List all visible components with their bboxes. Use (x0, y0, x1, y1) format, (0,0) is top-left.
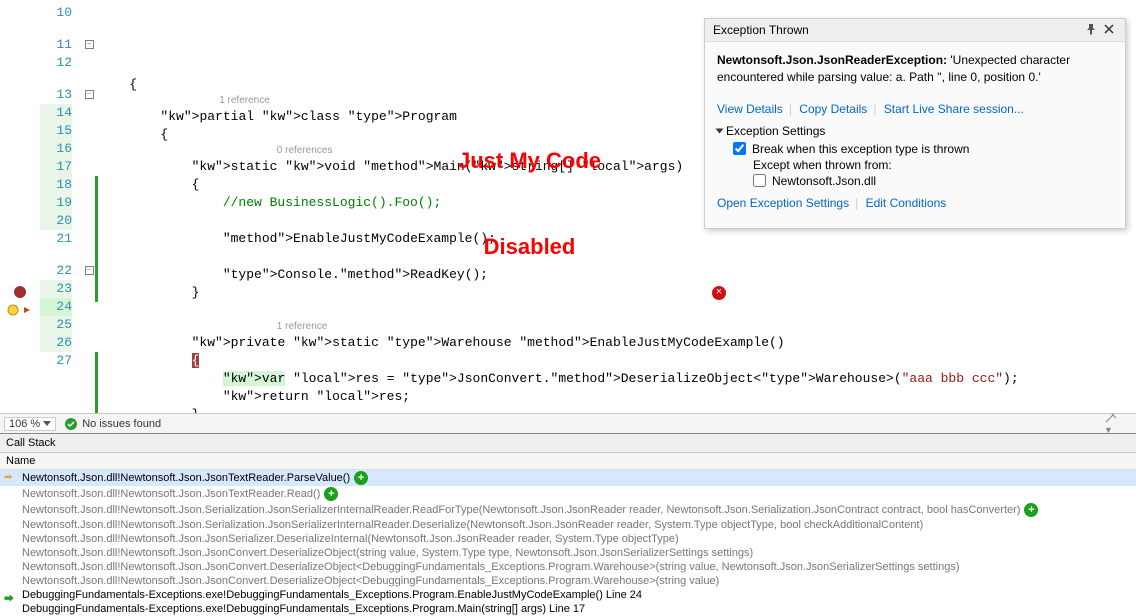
frame-icon: ⮕ (4, 590, 14, 602)
current-frame-icon: ➡ (4, 472, 12, 483)
code-line[interactable]: "kw">var "local">res = "type">JsonConver… (95, 370, 1136, 388)
callstack-row[interactable]: Newtonsoft.Json.dll!Newtonsoft.Json.Json… (0, 574, 1136, 588)
line-numbers: 10 1112 131415161718192021 222324252627 (40, 0, 80, 413)
codelens-ref[interactable]: 1 reference (184, 320, 1136, 334)
callstack-panel: Call Stack Name ➡Newtonsoft.Json.dll!New… (0, 433, 1136, 616)
chevron-down-icon (43, 421, 51, 426)
code-editor[interactable]: 10 1112 131415161718192021 222324252627 … (0, 0, 1136, 413)
code-line[interactable]: "type">Console."method">ReadKey(); (95, 266, 1136, 284)
exception-popup: Exception Thrown Newtonsoft.Json.JsonRea… (704, 18, 1126, 229)
edit-conditions-link[interactable]: Edit Conditions (866, 196, 947, 210)
breakpoint-icon[interactable] (14, 286, 26, 298)
popup-title: Exception Thrown (713, 23, 1081, 37)
brush-icon[interactable]: ▼ (1104, 412, 1124, 436)
code-line[interactable]: "kw">private "kw">static "type">Warehous… (98, 334, 1136, 352)
zoom-dropdown[interactable]: 106 % (4, 417, 56, 431)
popup-header[interactable]: Exception Thrown (705, 19, 1125, 42)
issues-status[interactable]: No issues found (64, 417, 161, 431)
error-icon[interactable]: ✕ (712, 286, 726, 300)
annotation-overlay: Just My Code Disabled (458, 90, 601, 319)
close-icon[interactable] (1103, 23, 1117, 37)
fold-toggle[interactable]: − (85, 40, 94, 49)
code-line[interactable]: "method">EnableJustMyCodeExample(); (95, 230, 1136, 248)
callstack-header[interactable]: Name (0, 453, 1136, 470)
pin-icon[interactable] (1085, 23, 1099, 37)
editor-status-bar: 106 % No issues found ▼ (0, 413, 1136, 433)
callstack-row[interactable]: DebuggingFundamentals-Exceptions.exe!Deb… (0, 602, 1136, 616)
callstack-row[interactable]: Newtonsoft.Json.dll!Newtonsoft.Json.Json… (0, 546, 1136, 560)
callstack-row[interactable]: Newtonsoft.Json.dll!Newtonsoft.Json.Json… (0, 486, 1136, 502)
code-line[interactable]: } (95, 284, 1136, 302)
lightbulb-icon[interactable] (6, 303, 34, 317)
dll-label: Newtonsoft.Json.dll (772, 174, 876, 188)
copy-details-link[interactable]: Copy Details (799, 102, 867, 116)
callstack-row[interactable]: Newtonsoft.Json.dll!Newtonsoft.Json.Seri… (0, 518, 1136, 532)
fold-toggle[interactable]: − (85, 90, 94, 99)
code-line[interactable]: "kw">return "local">res; (95, 388, 1136, 406)
glyph-margin (0, 0, 40, 413)
except-label: Except when thrown from: (753, 158, 1113, 172)
callstack-row[interactable]: Newtonsoft.Json.dll!Newtonsoft.Json.Json… (0, 560, 1136, 574)
open-settings-link[interactable]: Open Exception Settings (717, 196, 849, 210)
callstack-row[interactable]: Newtonsoft.Json.dll!Newtonsoft.Json.Seri… (0, 502, 1136, 518)
plus-badge-icon[interactable]: + (324, 487, 338, 501)
exception-settings-toggle[interactable]: Exception Settings (717, 124, 1113, 138)
code-line[interactable]: { (95, 352, 1136, 370)
break-checkbox[interactable] (733, 142, 746, 155)
view-details-link[interactable]: View Details (717, 102, 783, 116)
plus-badge-icon[interactable]: + (354, 471, 368, 485)
live-share-link[interactable]: Start Live Share session... (884, 102, 1024, 116)
break-label: Break when this exception type is thrown (752, 142, 969, 156)
chevron-down-icon (716, 128, 724, 133)
exception-message: Newtonsoft.Json.JsonReaderException: 'Un… (717, 52, 1113, 86)
callstack-row[interactable]: ➡Newtonsoft.Json.dll!Newtonsoft.Json.Jso… (0, 470, 1136, 486)
dll-checkbox[interactable] (753, 174, 766, 187)
fold-toggle[interactable]: − (85, 266, 94, 275)
callstack-title[interactable]: Call Stack (0, 434, 1136, 453)
callstack-row[interactable]: Newtonsoft.Json.dll!Newtonsoft.Json.Json… (0, 532, 1136, 546)
code-line[interactable]: } (95, 406, 1136, 413)
plus-badge-icon[interactable]: + (1024, 503, 1038, 517)
code-line[interactable] (95, 248, 1136, 266)
callstack-row[interactable]: ⮕DebuggingFundamentals-Exceptions.exe!De… (0, 588, 1136, 602)
code-line[interactable] (98, 302, 1136, 320)
